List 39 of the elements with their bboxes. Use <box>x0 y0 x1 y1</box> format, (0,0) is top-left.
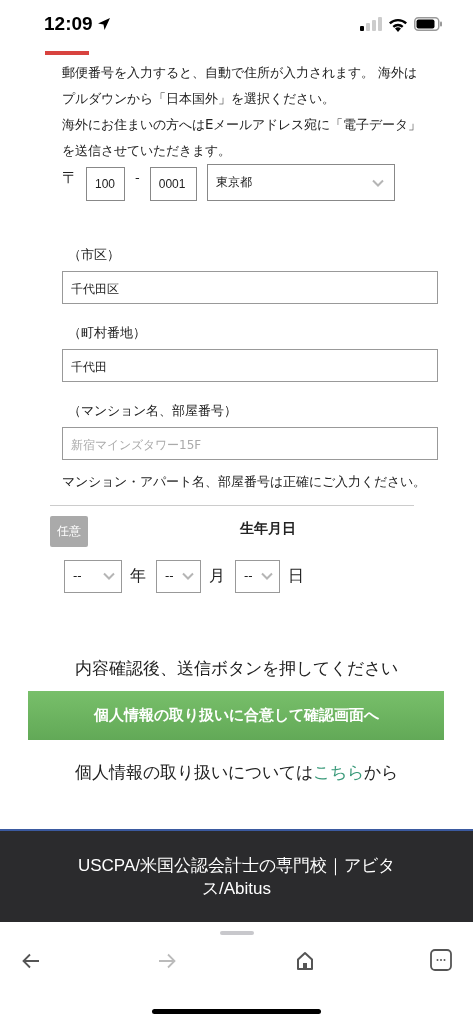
prefecture-select[interactable]: 東京都 <box>206 163 395 201</box>
date-select[interactable]: -- <box>64 559 122 593</box>
field-label: （町村番地） <box>68 324 147 342</box>
optional-badge: 任意 <box>50 516 88 547</box>
date-unit: 月 <box>209 565 225 587</box>
birthday-title: 生年月日 <box>240 520 296 538</box>
postal-code-field[interactable]: 0001 <box>149 167 197 201</box>
privacy-text: 個人情報の取り扱いについてはこちらから <box>74 761 399 784</box>
location-arrow-icon <box>96 17 111 31</box>
address-field[interactable]: 千代田 <box>62 349 438 382</box>
home-icon[interactable] <box>296 951 314 971</box>
more-icon[interactable] <box>430 949 452 971</box>
sheet-handle[interactable] <box>220 931 254 935</box>
privacy-link[interactable]: こちら <box>313 762 364 782</box>
field-label: （市区） <box>68 246 121 264</box>
date-select[interactable]: -- <box>156 559 201 593</box>
field-label: （マンション名、部屋番号） <box>68 402 238 420</box>
postal-code-field[interactable]: 100 <box>86 167 125 201</box>
date-unit: 年 <box>130 565 146 587</box>
date-select[interactable]: -- <box>235 559 280 593</box>
postal-mark: 〒 <box>62 168 78 189</box>
wifi-icon <box>388 16 408 32</box>
signal-icon <box>360 17 382 31</box>
tab-indicator <box>45 51 89 55</box>
status-time: 12:09 <box>44 13 93 35</box>
page-title: USCPA/米国公認会計士の専門校｜アビタス/Abitus <box>76 854 396 900</box>
instruction-text: 郵便番号を入力すると、自動で住所が入力されます。 海外はプルダウンから「日本国外」を選択ください。 <box>62 64 419 108</box>
chevron-icon <box>371 178 384 187</box>
postal-separator: - <box>135 170 140 185</box>
chevron-icon <box>182 572 194 580</box>
back-icon[interactable] <box>22 953 40 969</box>
address-field[interactable]: 千代田区 <box>62 271 438 304</box>
date-unit: 日 <box>288 565 304 587</box>
address-note: マンション・アパート名、部屋番号は正確にご入力ください。 <box>62 474 427 491</box>
chevron-icon <box>261 572 273 580</box>
battery-icon <box>414 17 443 31</box>
submit-hint: 内容確認後、送信ボタンを押してください <box>74 657 399 680</box>
chevron-icon <box>103 572 115 580</box>
instruction-text: 海外にお住まいの方へはEメールアドレス宛に「電子データ」を送信させていただきます。 <box>62 116 423 160</box>
